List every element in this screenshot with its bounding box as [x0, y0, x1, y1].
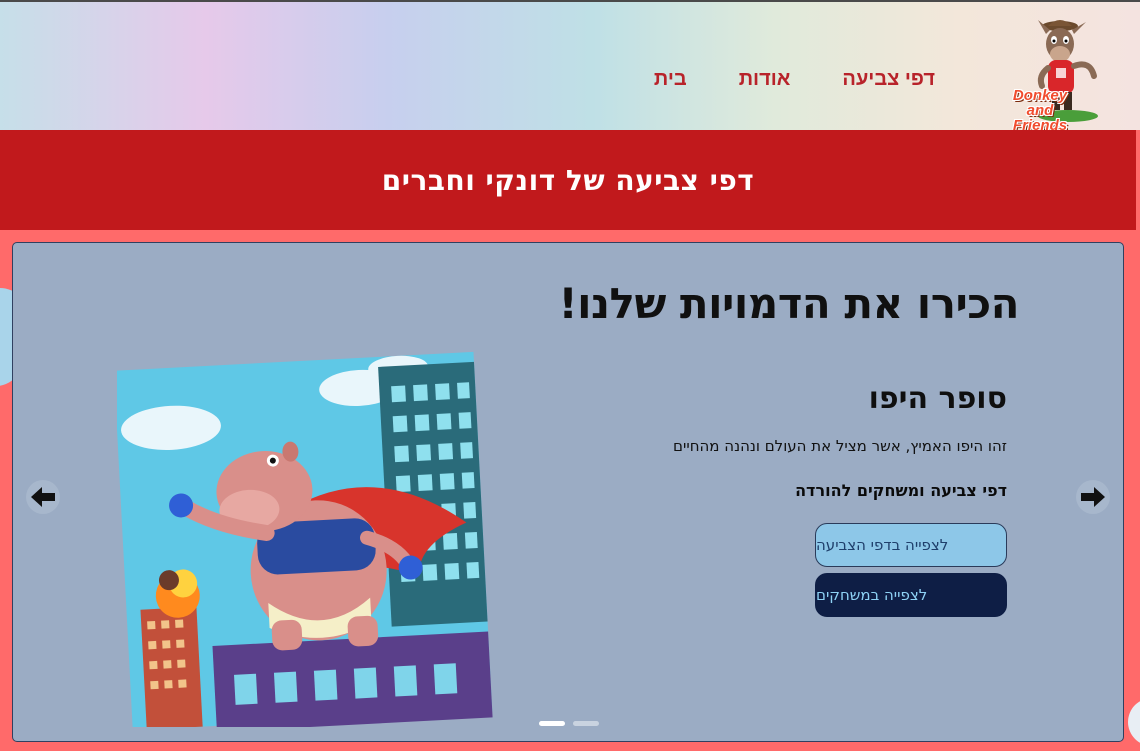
page-title: דפי צביעה של דונקי וחברים	[381, 163, 755, 197]
logo-word-and: and	[1026, 102, 1054, 119]
nav-home-link[interactable]: בית	[654, 68, 687, 91]
main-nav: בית אודות דפי צביעה	[654, 68, 935, 91]
carousel-indicators	[539, 721, 599, 726]
character-downloads-heading: דפי צביעה ומשחקים להורדה	[795, 481, 1007, 500]
view-coloring-pages-button[interactable]: לצפייה בדפי הצביעה	[815, 523, 1007, 567]
arrow-left-icon[interactable]	[25, 479, 61, 515]
arrow-right-icon[interactable]	[1075, 479, 1111, 515]
site-header: בית אודות דפי צביעה Donkey and Friends	[0, 2, 1140, 133]
characters-carousel: הכירו את הדמויות שלנו! סופר היפו זהו היפ…	[12, 242, 1124, 742]
character-description: זהו היפו האמיץ, אשר מציל את העולם ונהנה …	[673, 437, 1007, 455]
cloud-decoration	[1128, 701, 1140, 743]
character-name: סופר היפו	[868, 381, 1007, 416]
nav-about-link[interactable]: אודות	[739, 68, 791, 91]
view-games-button[interactable]: לצפייה במשחקים	[815, 573, 1007, 617]
carousel-title: הכירו את הדמויות שלנו!	[558, 279, 1019, 328]
page-banner: דפי צביעה של דונקי וחברים	[0, 130, 1136, 230]
logo-wordmark: Donkey and Friends	[1000, 88, 1080, 133]
carousel-dot-2[interactable]	[573, 721, 599, 726]
nav-coloring-pages-link[interactable]: דפי צביעה	[842, 68, 935, 91]
super-hippo-image	[117, 351, 493, 727]
carousel-dot-1[interactable]	[539, 721, 565, 726]
logo-word-donkey: Donkey	[1012, 87, 1068, 104]
